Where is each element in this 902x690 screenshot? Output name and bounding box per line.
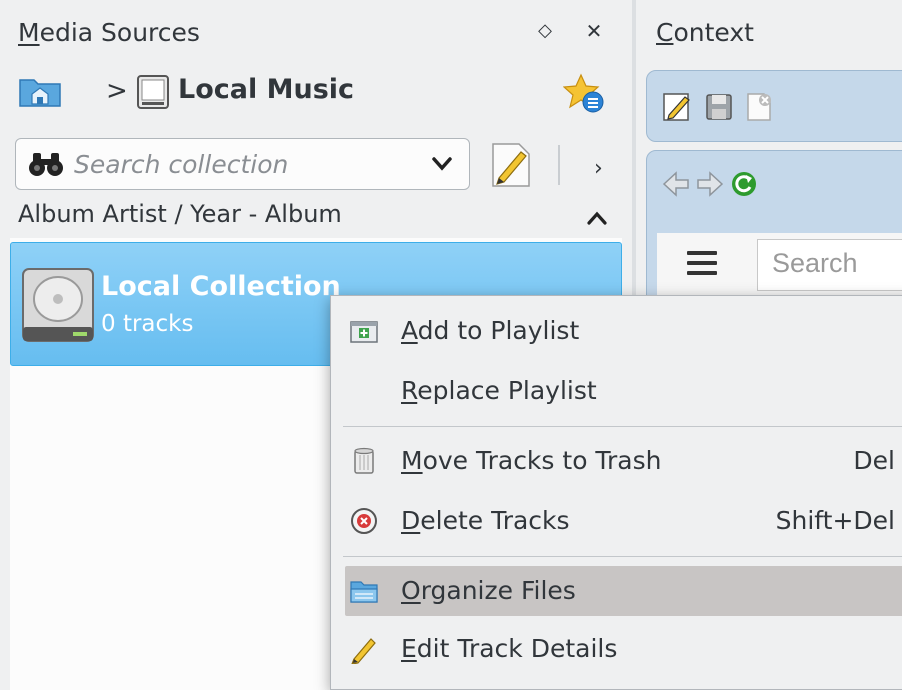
- close-pane-button[interactable]: ✕: [581, 18, 607, 44]
- menu-item-edit-track-details[interactable]: Edit Track Details: [345, 624, 902, 674]
- context-title: Context: [656, 18, 754, 47]
- save-icon[interactable]: [703, 91, 735, 123]
- menu-item-organize-files[interactable]: Organize Files: [345, 566, 902, 616]
- toolbar-separator: [558, 145, 560, 185]
- menu-shortcut: Shift+Del: [775, 506, 895, 535]
- context-toolbar: [646, 70, 902, 142]
- drive-icon: [137, 75, 169, 109]
- menu-separator: [343, 426, 902, 427]
- web-search-field[interactable]: Search: [757, 239, 902, 291]
- menu-shortcut: Del: [853, 446, 895, 475]
- hard-drive-icon: [22, 268, 94, 342]
- menu-item-add-to-playlist[interactable]: Add to Playlist: [345, 306, 902, 356]
- home-folder-icon[interactable]: [18, 74, 62, 108]
- float-pane-button[interactable]: ◇: [532, 18, 558, 44]
- playlist-add-icon: [350, 321, 378, 343]
- breadcrumb-separator: >: [106, 76, 128, 106]
- binoculars-icon: [29, 153, 63, 176]
- breadcrumb-current[interactable]: Local Music: [178, 74, 354, 105]
- edit-note-icon[interactable]: [661, 91, 693, 123]
- chevron-down-icon[interactable]: [428, 153, 456, 175]
- folder-icon: [350, 581, 378, 603]
- breadcrumb: > Local Music: [18, 66, 618, 116]
- more-tools-button[interactable]: ›: [594, 156, 603, 181]
- trash-icon: [354, 447, 374, 474]
- media-sources-title: Media Sources: [18, 18, 200, 47]
- menu-separator: [343, 556, 902, 557]
- forward-arrow-icon[interactable]: [695, 169, 725, 199]
- collection-context-menu: Add to Playlist Replace Playlist Move Tr…: [330, 295, 902, 690]
- menu-item-delete-tracks[interactable]: Delete Tracks Shift+Del: [345, 496, 902, 546]
- collection-name: Local Collection: [101, 271, 341, 302]
- menu-item-replace-playlist[interactable]: Replace Playlist: [345, 366, 902, 416]
- chevron-up-icon[interactable]: [584, 208, 610, 228]
- collection-search-box: [15, 138, 470, 190]
- pencil-icon: [351, 638, 376, 664]
- menu-item-move-to-trash[interactable]: Move Tracks to Trash Del: [345, 436, 902, 486]
- delete-icon: [351, 508, 377, 534]
- bookmark-star-icon[interactable]: [563, 72, 605, 114]
- hamburger-menu-icon[interactable]: [687, 251, 717, 277]
- sort-level-label[interactable]: Album Artist / Year - Album: [18, 200, 342, 228]
- clear-note-icon[interactable]: [743, 91, 775, 123]
- reload-icon[interactable]: [729, 169, 759, 199]
- back-arrow-icon[interactable]: [661, 169, 691, 199]
- collection-track-count: 0 tracks: [101, 311, 194, 337]
- edit-filters-button[interactable]: [485, 140, 535, 190]
- search-input[interactable]: [74, 147, 414, 181]
